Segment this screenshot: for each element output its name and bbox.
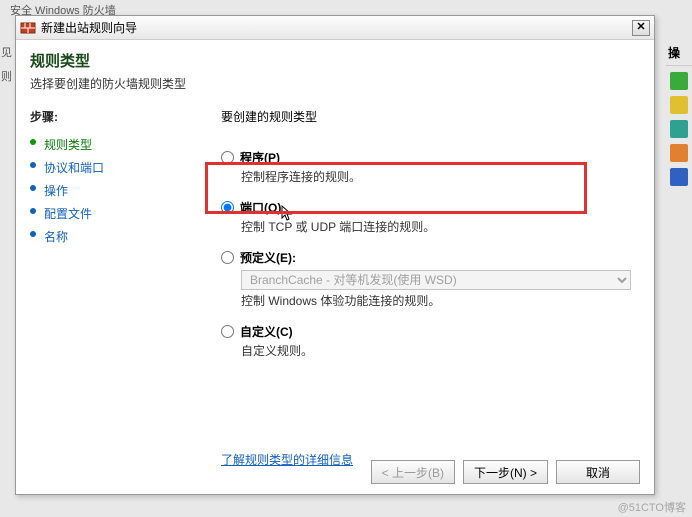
step-profile[interactable]: 配置文件 — [30, 202, 177, 225]
button-bar: < 上一步(B) 下一步(N) > 取消 — [371, 460, 640, 484]
sidebar-heading: 步骤: — [30, 108, 177, 125]
wizard-dialog: 新建出站规则向导 ✕ 规则类型 选择要创建的防火墙规则类型 步骤: 规则类型 协… — [15, 15, 655, 495]
watermark: @51CTO博客 — [618, 499, 686, 515]
radio-program[interactable] — [221, 151, 234, 164]
filter-state-icon[interactable] — [670, 120, 688, 138]
view-icon[interactable] — [670, 168, 688, 186]
desc-predefined: 控制 Windows 体验功能连接的规则。 — [241, 292, 634, 309]
page-subtitle: 选择要创建的防火墙规则类型 — [30, 75, 640, 92]
right-toolstrip: 操 — [666, 40, 692, 192]
option-predefined: 预定义(E): BranchCache - 对等机发现(使用 WSD) 控制 W… — [221, 249, 634, 309]
step-action[interactable]: 操作 — [30, 179, 177, 202]
page-title: 规则类型 — [30, 50, 640, 71]
option-port: 端口(O) 控制 TCP 或 UDP 端口连接的规则。 — [221, 199, 634, 235]
label-program: 程序(P) — [240, 149, 280, 166]
cancel-button[interactable]: 取消 — [556, 460, 640, 484]
filter-icon[interactable] — [670, 72, 688, 90]
radio-predefined[interactable] — [221, 251, 234, 264]
option-program: 程序(P) 控制程序连接的规则。 — [221, 149, 634, 185]
right-strip-heading: 操 — [666, 40, 692, 66]
radio-port[interactable] — [221, 201, 234, 214]
steps-sidebar: 步骤: 规则类型 协议和端口 操作 配置文件 名称 — [16, 100, 191, 480]
back-button: < 上一步(B) — [371, 460, 455, 484]
cursor-icon — [281, 205, 295, 223]
predefined-select: BranchCache - 对等机发现(使用 WSD) — [241, 270, 631, 290]
left-strip: 见 则 — [0, 40, 14, 88]
desc-program: 控制程序连接的规则。 — [241, 168, 634, 185]
desc-port: 控制 TCP 或 UDP 端口连接的规则。 — [241, 218, 634, 235]
step-rule-type[interactable]: 规则类型 — [30, 133, 177, 156]
main-panel: 要创建的规则类型 程序(P) 控制程序连接的规则。 端口(O) 控制 TCP 或… — [191, 100, 654, 480]
header-section: 规则类型 选择要创建的防火墙规则类型 — [16, 40, 654, 100]
learn-more-link[interactable]: 了解规则类型的详细信息 — [221, 451, 353, 468]
desc-custom: 自定义规则。 — [241, 342, 634, 359]
label-port: 端口(O) — [240, 199, 281, 216]
step-name[interactable]: 名称 — [30, 225, 177, 248]
option-custom: 自定义(C) 自定义规则。 — [221, 323, 634, 359]
next-button[interactable]: 下一步(N) > — [463, 460, 548, 484]
filter-group-icon[interactable] — [670, 144, 688, 162]
firewall-icon — [20, 20, 36, 36]
label-custom: 自定义(C) — [240, 323, 293, 340]
filter-profile-icon[interactable] — [670, 96, 688, 114]
radio-custom[interactable] — [221, 325, 234, 338]
panel-heading: 要创建的规则类型 — [221, 108, 634, 125]
close-button[interactable]: ✕ — [632, 20, 650, 36]
step-protocol-port[interactable]: 协议和端口 — [30, 156, 177, 179]
label-predefined: 预定义(E): — [240, 249, 296, 266]
step-list: 规则类型 协议和端口 操作 配置文件 名称 — [30, 133, 177, 248]
rule-type-radio-group: 程序(P) 控制程序连接的规则。 端口(O) 控制 TCP 或 UDP 端口连接… — [221, 149, 634, 359]
titlebar: 新建出站规则向导 ✕ — [16, 16, 654, 40]
dialog-title: 新建出站规则向导 — [41, 19, 632, 36]
